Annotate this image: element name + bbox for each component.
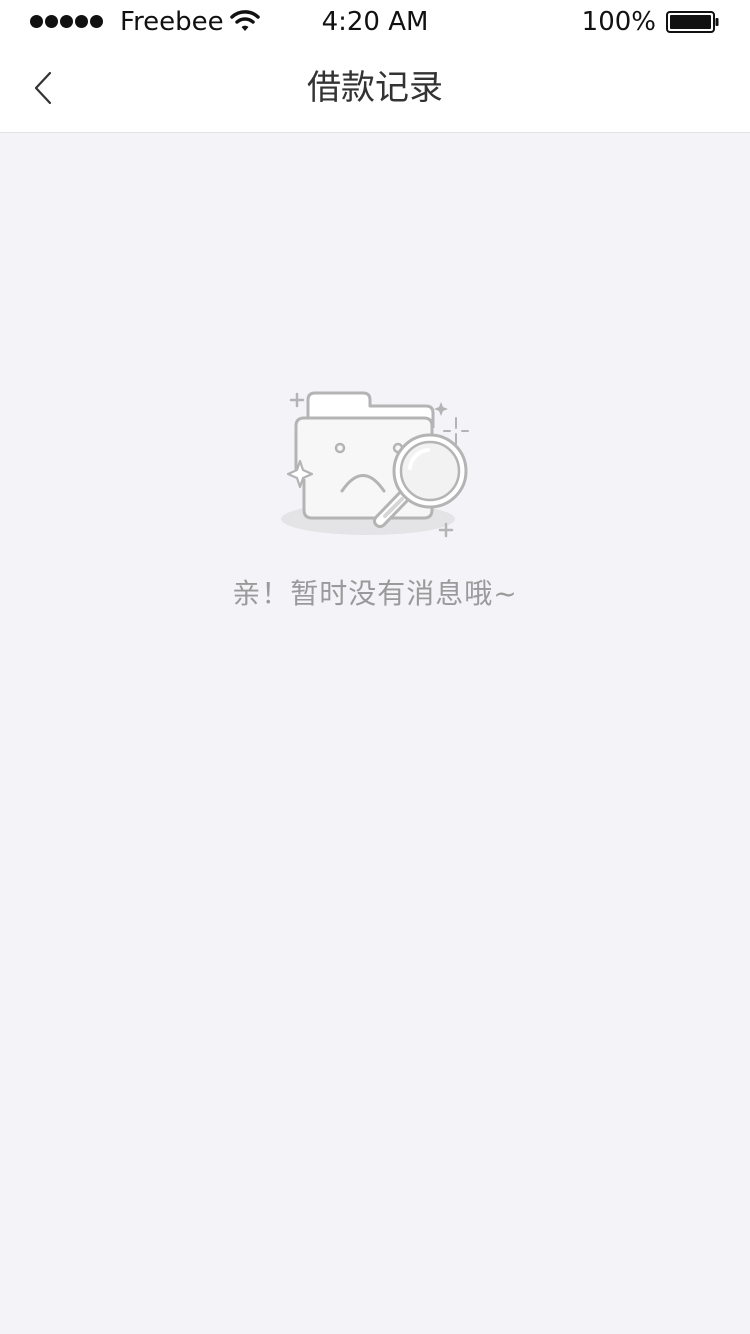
back-button[interactable]: [18, 62, 68, 114]
navigation-bar: 借款记录: [0, 44, 750, 133]
page-title: 借款记录: [307, 68, 443, 108]
empty-folder-magnifier-icon: [281, 391, 469, 538]
battery-icon: [666, 11, 719, 33]
chevron-left-icon: [34, 71, 52, 105]
empty-state-message: 亲！暂时没有消息哦~: [232, 577, 518, 610]
battery-percentage: 100%: [581, 7, 656, 37]
status-bar: Freebee 4:20 AM 100%: [0, 0, 750, 44]
